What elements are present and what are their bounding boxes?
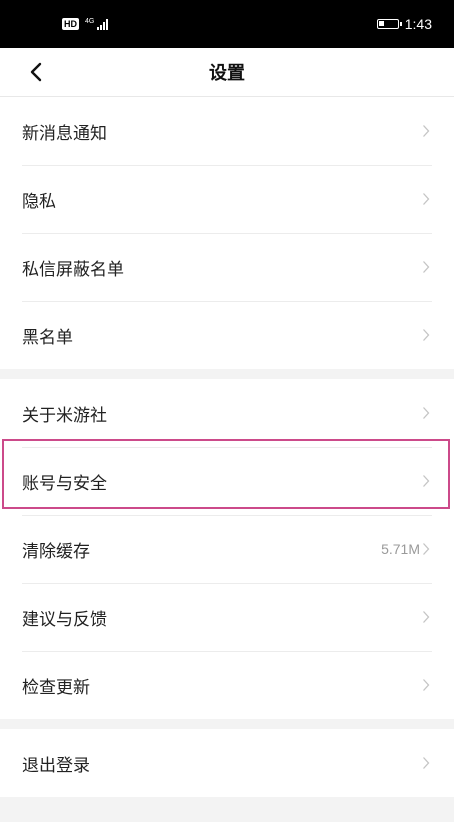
battery-icon — [376, 19, 402, 29]
row-right — [420, 328, 432, 342]
page-title: 设置 — [209, 63, 245, 84]
row-logout[interactable]: 退出登录 — [0, 729, 454, 797]
settings-group-2: 关于米游社 账号与安全 清除缓存 5.71M 建议与反馈 检查更新 — [0, 379, 454, 719]
chevron-right-icon — [422, 328, 432, 342]
row-right — [420, 474, 432, 488]
row-feedback[interactable]: 建议与反馈 — [0, 583, 454, 651]
settings-screen: HD 4G 1:43 设置 新消息通知 隐私 私信屏蔽名单 黑名单 关于米游社 … — [0, 0, 454, 822]
row-right — [420, 260, 432, 274]
hd-badge: HD — [62, 18, 79, 30]
status-bar: HD 4G 1:43 — [0, 0, 454, 48]
row-right — [420, 756, 432, 770]
settings-group-1: 新消息通知 隐私 私信屏蔽名单 黑名单 — [0, 97, 454, 369]
chevron-right-icon — [422, 406, 432, 420]
row-clear-cache[interactable]: 清除缓存 5.71M — [0, 515, 454, 583]
row-right — [420, 678, 432, 692]
row-dm-block-list[interactable]: 私信屏蔽名单 — [0, 233, 454, 301]
chevron-right-icon — [422, 124, 432, 138]
back-button[interactable] — [24, 60, 48, 84]
chevron-right-icon — [422, 474, 432, 488]
status-right: 1:43 — [376, 16, 432, 32]
section-divider — [0, 719, 454, 729]
chevron-right-icon — [422, 542, 432, 556]
chevron-right-icon — [422, 192, 432, 206]
row-right: 5.71M — [381, 541, 432, 557]
settings-group-3: 退出登录 — [0, 729, 454, 797]
row-label: 新消息通知 — [22, 123, 107, 144]
signal-icon — [97, 18, 109, 30]
row-right — [420, 124, 432, 138]
row-privacy[interactable]: 隐私 — [0, 165, 454, 233]
row-label: 黑名单 — [22, 327, 73, 348]
battery-level — [378, 21, 384, 26]
row-label: 私信屏蔽名单 — [22, 259, 124, 280]
row-blacklist[interactable]: 黑名单 — [0, 301, 454, 369]
chevron-right-icon — [422, 678, 432, 692]
row-label: 退出登录 — [22, 755, 90, 776]
row-about[interactable]: 关于米游社 — [0, 379, 454, 447]
chevron-right-icon — [422, 260, 432, 274]
nav-bar: 设置 — [0, 48, 454, 97]
row-account-security[interactable]: 账号与安全 — [0, 447, 454, 515]
row-label: 清除缓存 — [22, 541, 90, 562]
row-check-update[interactable]: 检查更新 — [0, 651, 454, 719]
row-right — [420, 192, 432, 206]
status-left: HD 4G — [62, 17, 109, 30]
row-label: 隐私 — [22, 191, 56, 212]
row-new-message-notification[interactable]: 新消息通知 — [0, 97, 454, 165]
chevron-left-icon — [30, 62, 42, 82]
row-label: 建议与反馈 — [22, 609, 107, 630]
clock: 1:43 — [404, 16, 432, 32]
row-label: 账号与安全 — [22, 473, 107, 494]
network-type: 4G — [85, 17, 95, 25]
chevron-right-icon — [422, 756, 432, 770]
row-right — [420, 406, 432, 420]
section-divider — [0, 369, 454, 379]
row-label: 关于米游社 — [22, 405, 107, 426]
cache-size: 5.71M — [381, 541, 420, 557]
row-right — [420, 610, 432, 624]
chevron-right-icon — [422, 610, 432, 624]
row-label: 检查更新 — [22, 677, 90, 698]
